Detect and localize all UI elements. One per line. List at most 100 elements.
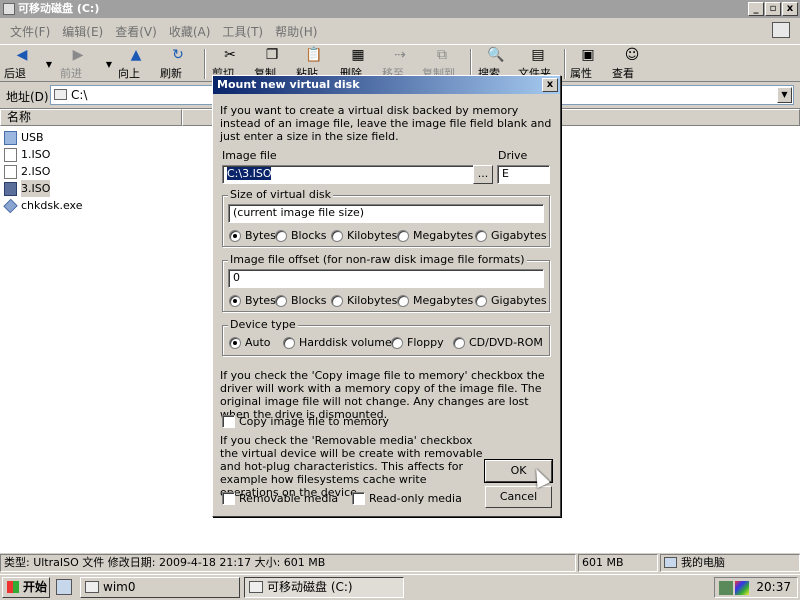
offset-input[interactable]: 0 (228, 269, 544, 288)
intro-text: If you want to create a virtual disk bac… (220, 104, 552, 143)
radio-device-cdrom[interactable]: CD/DVD-ROM (453, 336, 543, 349)
offset-groupbox: Image file offset (for non-raw disk imag… (222, 253, 550, 312)
taskbar-item-wim0[interactable]: wim0 (80, 577, 240, 598)
copy-icon: ❐ (265, 47, 279, 63)
forward-button[interactable]: ▶ 前进 (60, 47, 96, 81)
menu-help[interactable]: 帮助(H) (269, 23, 323, 40)
radio-offset-bytes[interactable]: Bytes (229, 294, 276, 307)
address-dropdown-icon[interactable]: ▼ (777, 87, 792, 103)
radio-icon (275, 229, 287, 242)
system-tray: 20:37 (714, 577, 798, 598)
radio-icon (397, 229, 409, 242)
file-item[interactable]: 1.ISO (4, 146, 182, 163)
removable-media-checkbox[interactable]: Removable media (222, 492, 338, 505)
radio-device-auto[interactable]: Auto (229, 336, 271, 349)
copy-to-memory-checkbox[interactable]: Copy image file to memory (222, 415, 389, 428)
dialog-close-button[interactable]: x (542, 78, 558, 92)
refresh-icon: ↻ (172, 47, 184, 63)
removable-explanation-text: If you check the 'Removable media' check… (220, 434, 483, 499)
radio-icon (475, 229, 487, 242)
dialog-titlebar[interactable]: Mount new virtual disk x (213, 76, 560, 94)
taskbar-item-drive[interactable]: 可移动磁盘 (C:) (244, 577, 404, 598)
maximize-button[interactable]: ▫ (765, 2, 781, 16)
status-location: 我的电脑 (660, 554, 800, 572)
menu-favorites[interactable]: 收藏(A) (163, 23, 217, 40)
radio-selected-icon (229, 229, 241, 242)
read-only-checkbox[interactable]: Read-only media (352, 492, 462, 505)
radio-icon (397, 294, 409, 307)
back-dropdown[interactable]: ▼ (40, 47, 52, 81)
windows-flag-icon (7, 581, 19, 593)
radio-device-harddisk[interactable]: Harddisk volume (283, 336, 392, 349)
drive-icon (54, 89, 67, 100)
column-header-name[interactable]: 名称 (0, 109, 182, 126)
file-icon (4, 147, 17, 162)
radio-size-gigabytes[interactable]: Gigabytes (475, 229, 547, 242)
file-item[interactable]: 2.ISO (4, 163, 182, 180)
status-size: 601 MB (578, 554, 658, 572)
window-titlebar[interactable]: 可移动磁盘 (C:) _ ▫ x (0, 0, 800, 18)
mount-dialog: Mount new virtual disk x If you want to … (212, 75, 561, 517)
cancel-button[interactable]: Cancel (485, 486, 552, 508)
properties-button[interactable]: ▣ 属性 (570, 47, 606, 81)
quick-launch-desktop-icon[interactable] (56, 579, 72, 595)
dialog-title: Mount new virtual disk (217, 78, 360, 91)
taskbar: 开始 wim0 可移动磁盘 (C:) 20:37 (0, 574, 800, 600)
drive-icon (3, 3, 15, 15)
up-button[interactable]: ▲ 向上 (118, 47, 154, 81)
radio-offset-gigabytes[interactable]: Gigabytes (475, 294, 547, 307)
executable-icon (3, 198, 18, 213)
offset-group-label: Image file offset (for non-raw disk imag… (228, 253, 527, 266)
checkbox-icon (222, 492, 235, 505)
size-input[interactable]: (current image file size) (228, 204, 544, 223)
back-button[interactable]: ◀ 后退 (4, 47, 40, 81)
radio-size-blocks[interactable]: Blocks (275, 229, 326, 242)
size-group-label: Size of virtual disk (228, 188, 333, 201)
radio-icon (475, 294, 487, 307)
menu-edit[interactable]: 编辑(E) (56, 23, 109, 40)
radio-size-bytes[interactable]: Bytes (229, 229, 276, 242)
refresh-button[interactable]: ↻ 刷新 (160, 47, 196, 81)
radio-offset-blocks[interactable]: Blocks (275, 294, 326, 307)
menu-view[interactable]: 查看(V) (109, 23, 163, 40)
device-type-label: Device type (228, 318, 298, 331)
network-icon[interactable] (719, 581, 733, 595)
clock: 20:37 (756, 580, 791, 594)
windows-logo-icon (772, 22, 790, 38)
file-item[interactable]: chkdsk.exe (3, 197, 182, 214)
forward-dropdown[interactable]: ▼ (100, 47, 112, 81)
chevron-down-icon: ▼ (45, 60, 53, 69)
drive-input[interactable]: E (497, 165, 550, 184)
checkbox-icon (352, 492, 365, 505)
back-arrow-icon: ◀ (16, 47, 28, 63)
image-file-input[interactable]: C:\3.ISO (222, 165, 474, 184)
folder-icon (85, 581, 99, 593)
radio-icon (283, 336, 295, 349)
folders-icon: ▤ (531, 47, 545, 63)
radio-device-floppy[interactable]: Floppy (391, 336, 444, 349)
image-file-label: Image file (222, 149, 277, 162)
menu-file[interactable]: 文件(F) (4, 23, 56, 40)
radio-offset-kilobytes[interactable]: Kilobytes (331, 294, 397, 307)
display-icon[interactable] (735, 581, 749, 595)
start-button[interactable]: 开始 (2, 577, 50, 598)
address-value: C:\ (71, 88, 88, 102)
radio-size-kilobytes[interactable]: Kilobytes (331, 229, 397, 242)
file-icon (4, 181, 17, 196)
size-groupbox: Size of virtual disk (current image file… (222, 188, 550, 247)
menu-tools[interactable]: 工具(T) (216, 23, 269, 40)
window-title: 可移动磁盘 (C:) (18, 2, 100, 15)
file-item-selected[interactable]: 3.ISO (4, 180, 182, 197)
browse-button[interactable]: ... (473, 165, 493, 184)
file-icon (4, 164, 17, 179)
minimize-button[interactable]: _ (748, 2, 764, 16)
properties-icon: ▣ (581, 47, 595, 63)
close-button[interactable]: x (782, 2, 798, 16)
file-item[interactable]: USB (4, 129, 182, 146)
view-button[interactable]: ☺ 查看 (612, 47, 652, 81)
menu-bar: 文件(F) 编辑(E) 查看(V) 收藏(A) 工具(T) 帮助(H) (0, 20, 800, 42)
radio-offset-megabytes[interactable]: Megabytes (397, 294, 473, 307)
radio-size-megabytes[interactable]: Megabytes (397, 229, 473, 242)
copy-explanation-text: If you check the 'Copy image file to mem… (220, 369, 545, 421)
radio-selected-icon (229, 294, 241, 307)
